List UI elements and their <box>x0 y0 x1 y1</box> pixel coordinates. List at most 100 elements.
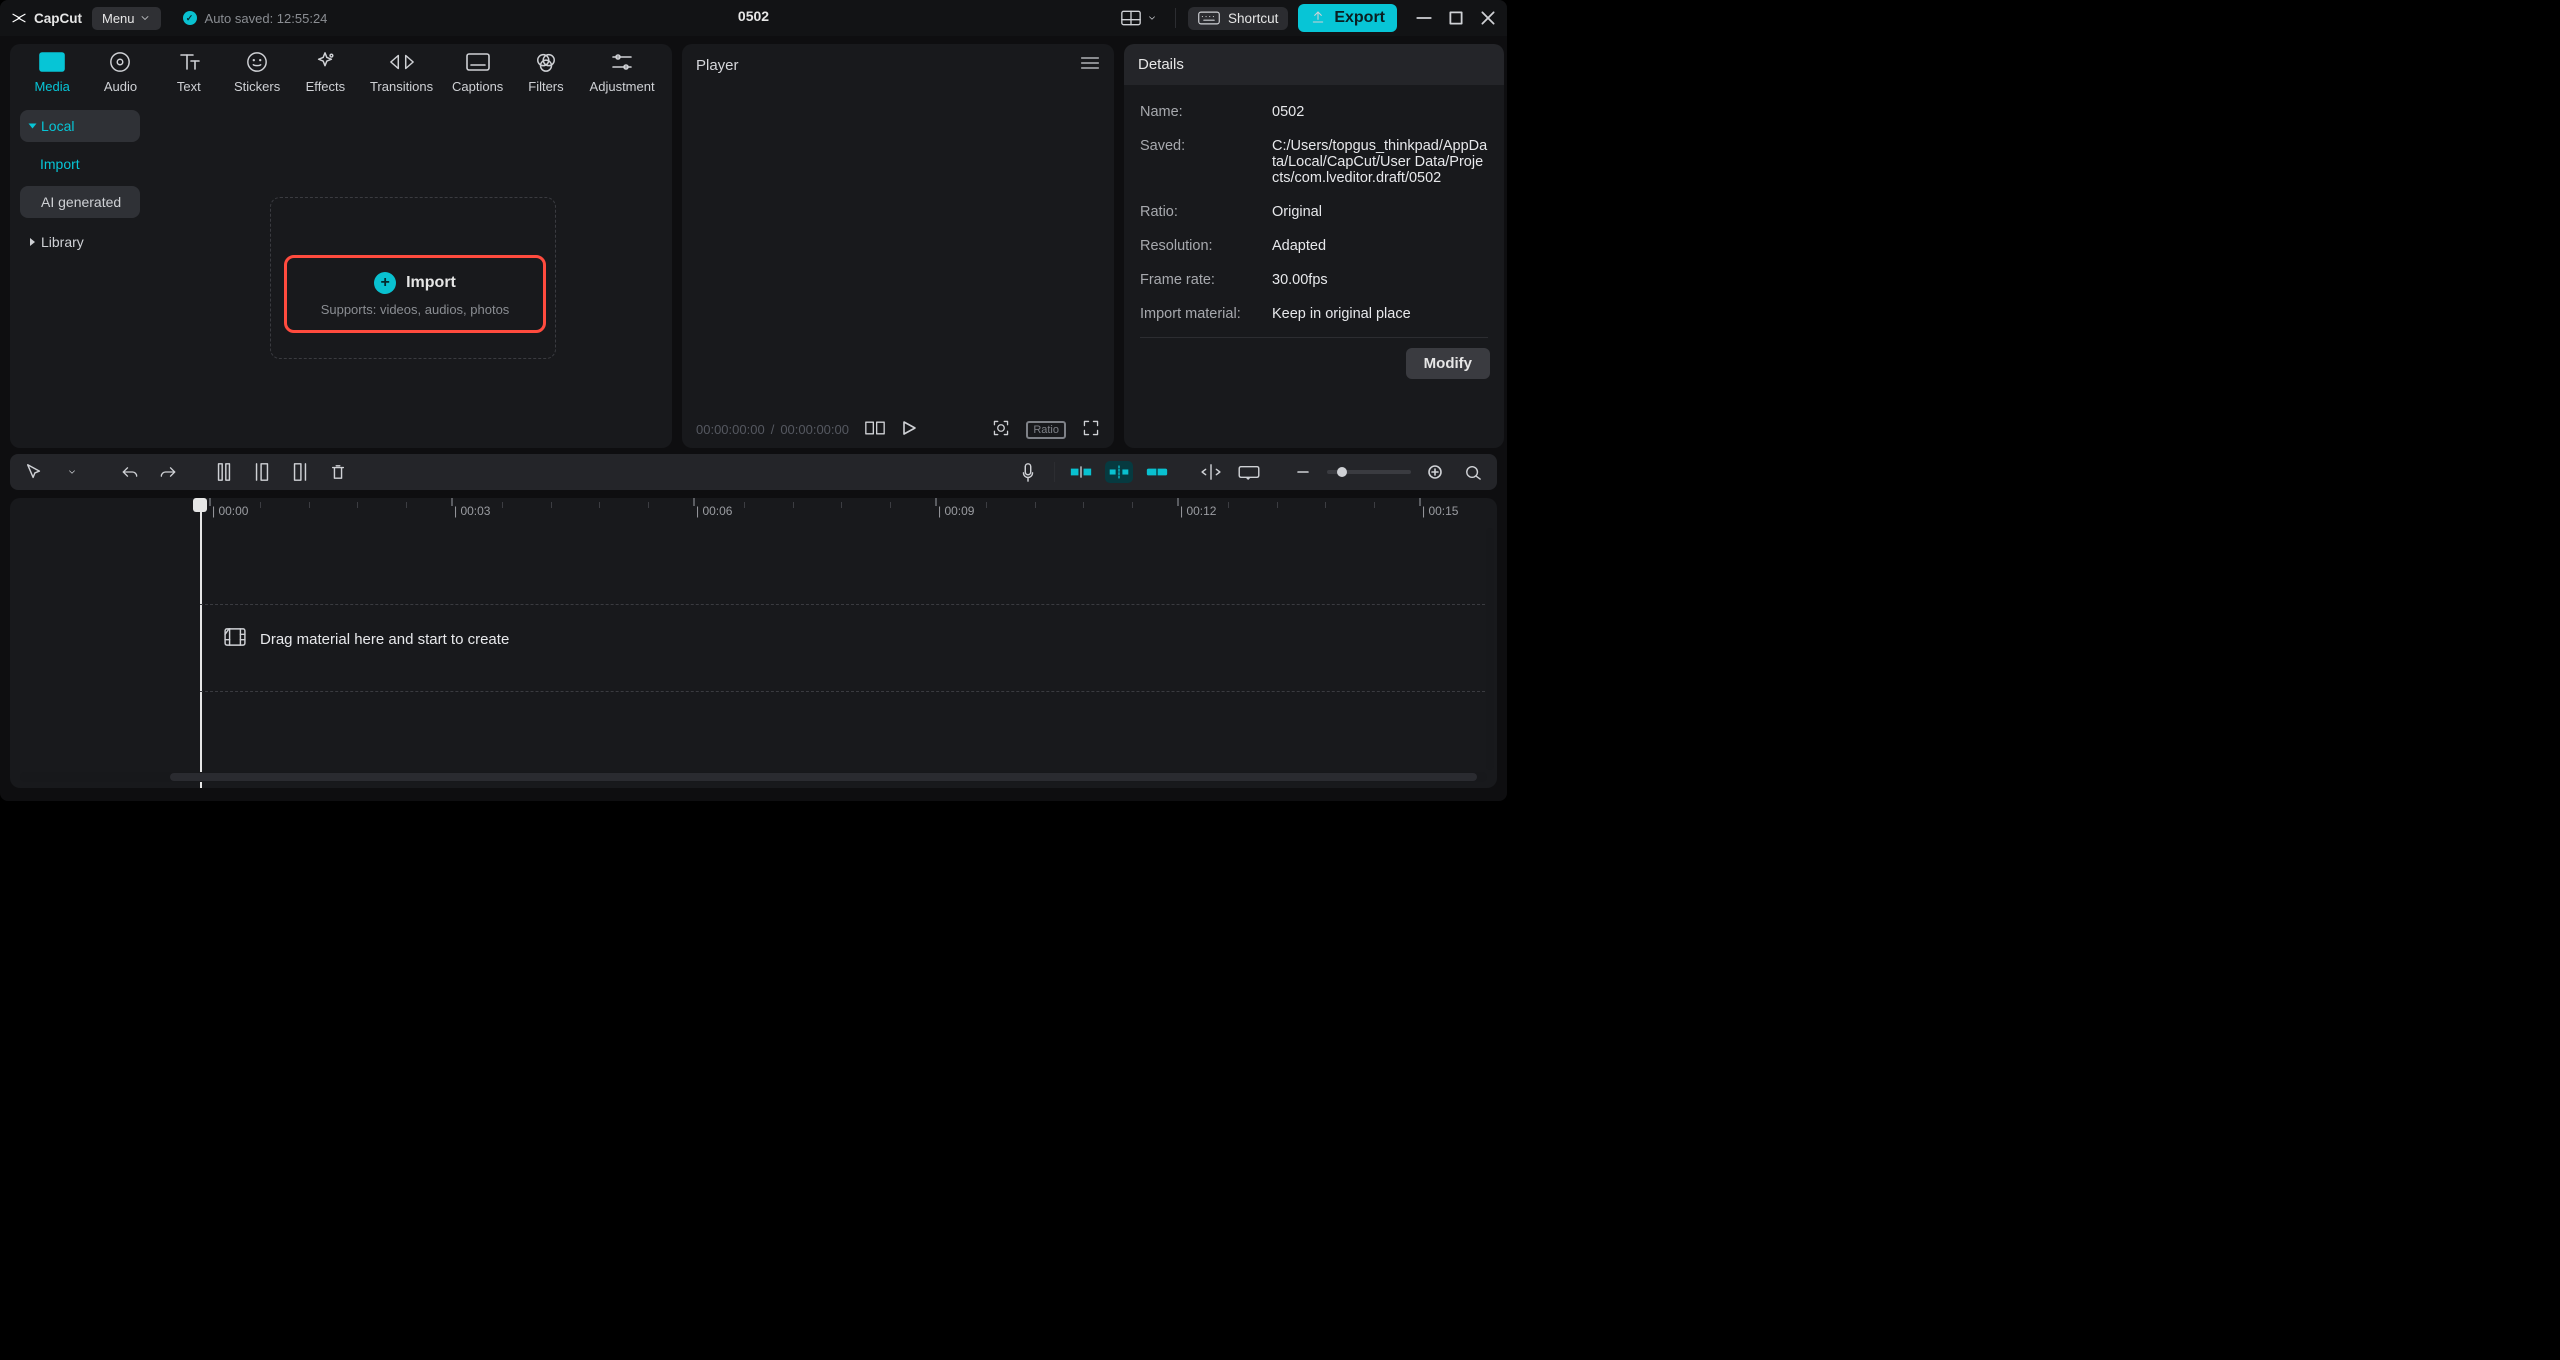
media-icon <box>39 51 65 73</box>
autosave-status: ✓ Auto saved: 12:55:24 <box>183 11 328 26</box>
player-menu-button[interactable] <box>1080 56 1100 74</box>
scan-icon[interactable] <box>992 419 1010 440</box>
tab-effects[interactable]: Effects <box>291 51 359 102</box>
detail-label-frame-rate: Frame rate: <box>1140 272 1260 288</box>
plus-icon: + <box>374 272 396 294</box>
window-close-button[interactable] <box>1479 9 1497 27</box>
timeline-ruler[interactable]: | 00:00| 00:03| 00:06| 00:09| 00:12| 00:… <box>200 498 1497 526</box>
transitions-icon <box>389 51 415 73</box>
text-icon <box>177 51 201 73</box>
export-button[interactable]: Export <box>1298 4 1397 32</box>
fullscreen-button[interactable] <box>1082 419 1100 440</box>
timeline: | 00:00| 00:03| 00:06| 00:09| 00:12| 00:… <box>10 498 1497 788</box>
layout-button[interactable] <box>1115 7 1163 29</box>
trim-right-tool[interactable] <box>286 458 314 486</box>
compare-icon[interactable] <box>865 421 885 438</box>
brand: CapCut <box>10 9 82 27</box>
player-header-label: Player <box>696 57 739 74</box>
linkage-toggle[interactable] <box>1143 461 1171 483</box>
filters-icon <box>535 51 557 73</box>
record-audio-button[interactable] <box>1014 458 1042 486</box>
undo-button[interactable] <box>116 458 144 486</box>
export-icon <box>1310 10 1326 26</box>
detail-value-name: 0502 <box>1272 104 1488 120</box>
sidebar-item-library[interactable]: Library <box>20 226 140 258</box>
player-viewport <box>682 74 1114 408</box>
detail-value-import-material: Keep in original place <box>1272 306 1488 322</box>
timeline-scrollbar-y[interactable] <box>1486 528 1494 770</box>
export-label: Export <box>1334 9 1385 27</box>
shortcut-label: Shortcut <box>1228 11 1278 26</box>
media-panel: Media Audio Text Stickers Effects <box>10 44 672 448</box>
preview-cut-tool[interactable] <box>1235 458 1263 486</box>
detail-label-import-material: Import material: <box>1140 306 1260 322</box>
detail-value-resolution: Adapted <box>1272 238 1488 254</box>
tab-stickers[interactable]: Stickers <box>223 51 291 102</box>
modify-button[interactable]: Modify <box>1406 348 1490 379</box>
detail-label-resolution: Resolution: <box>1140 238 1260 254</box>
scroll-thumb[interactable] <box>170 773 1477 781</box>
ruler-tick: | 00:00 <box>212 504 248 518</box>
audio-icon <box>109 51 131 73</box>
detail-value-ratio: Original <box>1272 204 1488 220</box>
zoom-fit-button[interactable] <box>1459 458 1487 486</box>
project-title: 0502 <box>738 8 769 24</box>
time-sep: / <box>771 422 775 437</box>
split-tool[interactable] <box>210 458 238 486</box>
sidebar-item-ai-generated[interactable]: AI generated <box>20 186 140 218</box>
caret-icon <box>29 124 37 129</box>
media-tabs: Media Audio Text Stickers Effects <box>10 44 672 102</box>
details-panel: Details Name:0502 Saved:C:/Users/topgus_… <box>1124 44 1504 448</box>
delete-tool[interactable] <box>324 458 352 486</box>
player-panel: Player 00:00:00:00 / 00:00:00:00 Ratio <box>682 44 1114 448</box>
window-maximize-button[interactable] <box>1447 9 1465 27</box>
tab-media[interactable]: Media <box>18 51 86 102</box>
tab-captions[interactable]: Captions <box>443 51 511 102</box>
player-time-current: 00:00:00:00 <box>696 422 765 437</box>
details-header: Details <box>1124 44 1504 85</box>
ruler-tick: | 00:06 <box>696 504 732 518</box>
check-icon: ✓ <box>183 11 197 25</box>
snap-auto-toggle[interactable] <box>1105 461 1133 483</box>
zoom-knob[interactable] <box>1337 467 1347 477</box>
ruler-tick: | 00:03 <box>454 504 490 518</box>
tab-filters[interactable]: Filters <box>512 51 580 102</box>
detail-label-saved: Saved: <box>1140 138 1260 186</box>
tab-text[interactable]: Text <box>155 51 223 102</box>
preview-axis-tool[interactable] <box>1197 458 1225 486</box>
autosave-label: Auto saved: 12:55:24 <box>205 11 328 26</box>
brand-name: CapCut <box>34 11 82 26</box>
zoom-in-button[interactable] <box>1421 458 1449 486</box>
zoom-slider[interactable] <box>1327 470 1411 474</box>
tab-audio[interactable]: Audio <box>86 51 154 102</box>
menu-label: Menu <box>102 11 135 26</box>
stickers-icon <box>246 51 268 73</box>
import-title: Import <box>406 274 456 292</box>
caret-icon <box>30 238 35 246</box>
sidebar-item-local[interactable]: Local <box>20 110 140 142</box>
selection-dropdown[interactable] <box>58 458 86 486</box>
import-button[interactable]: + Import Supports: videos, audios, photo… <box>284 255 546 333</box>
tab-transitions[interactable]: Transitions <box>360 51 444 102</box>
player-time-total: 00:00:00:00 <box>780 422 849 437</box>
shortcut-button[interactable]: Shortcut <box>1188 7 1288 30</box>
redo-button[interactable] <box>154 458 182 486</box>
tab-adjustment[interactable]: Adjustment <box>580 51 664 102</box>
detail-value-frame-rate: 30.00fps <box>1272 272 1488 288</box>
sidebar-item-import[interactable]: Import <box>20 150 140 178</box>
window-minimize-button[interactable] <box>1415 9 1433 27</box>
layout-icon <box>1121 10 1141 26</box>
timeline-scrollbar-x[interactable] <box>20 772 1487 782</box>
menu-button[interactable]: Menu <box>92 7 161 30</box>
selection-tool[interactable] <box>20 458 48 486</box>
play-button[interactable] <box>901 420 917 439</box>
trim-left-tool[interactable] <box>248 458 276 486</box>
detail-value-saved: C:/Users/topgus_thinkpad/AppData/Local/C… <box>1272 138 1488 186</box>
zoom-out-button[interactable] <box>1289 458 1317 486</box>
ruler-tick: | 00:12 <box>1180 504 1216 518</box>
ratio-button[interactable]: Ratio <box>1026 421 1066 439</box>
captions-icon <box>466 51 490 73</box>
separator <box>1175 8 1176 28</box>
snap-main-toggle[interactable] <box>1067 461 1095 483</box>
detail-label-ratio: Ratio: <box>1140 204 1260 220</box>
